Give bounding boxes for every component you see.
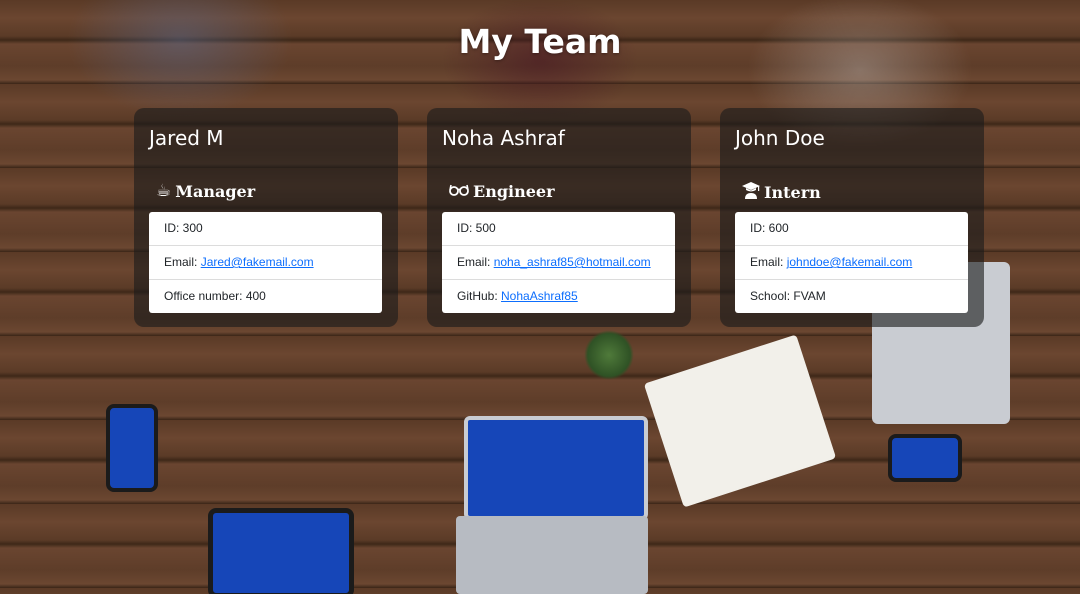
email-link[interactable]: johndoe@fakemail.com xyxy=(787,255,913,269)
employee-github: GitHub: NohaAshraf85 xyxy=(457,289,578,303)
glasses-icon xyxy=(449,183,469,201)
employee-card-intern: John Doe Intern ID: 600 Email: johndoe@f… xyxy=(720,108,984,327)
employee-role-label: Intern xyxy=(764,183,821,202)
employee-school: School: FVAM xyxy=(750,289,826,303)
employee-info-list: ID: 300 Email: Jared@fakemail.com Office… xyxy=(149,212,382,313)
background-phone-right xyxy=(888,434,962,482)
employee-role-label: Engineer xyxy=(473,182,555,201)
mug-icon: ☕ xyxy=(156,181,172,201)
employee-card-manager: Jared M ☕ Manager ID: 300 Email: Jared@f… xyxy=(134,108,398,327)
background-laptop-keyboard xyxy=(456,516,648,594)
employee-id: ID: 600 xyxy=(735,212,968,246)
employee-name: Jared M xyxy=(149,126,224,150)
employee-email: Email: noha_ashraf85@hotmail.com xyxy=(442,246,675,280)
employee-info-list: ID: 500 Email: noha_ashraf85@hotmail.com… xyxy=(442,212,675,313)
email-link[interactable]: noha_ashraf85@hotmail.com xyxy=(494,255,651,269)
email-link[interactable]: Jared@fakemail.com xyxy=(201,255,314,269)
employee-name: John Doe xyxy=(735,126,825,150)
employee-role-label: Manager xyxy=(175,182,256,201)
employee-office-number: Office number: 400 xyxy=(164,289,266,303)
employee-info-list: ID: 600 Email: johndoe@fakemail.com Scho… xyxy=(735,212,968,313)
github-link[interactable]: NohaAshraf85 xyxy=(501,289,578,303)
employee-role: Intern xyxy=(742,182,821,203)
employee-email: Email: Jared@fakemail.com xyxy=(149,246,382,280)
employee-card-engineer: Noha Ashraf Engineer ID: 500 Email: noha… xyxy=(427,108,691,327)
background-notebook xyxy=(643,334,837,508)
page-title: My Team xyxy=(458,22,622,61)
graduate-icon xyxy=(742,182,760,203)
background-plant xyxy=(584,330,634,380)
employee-id: ID: 500 xyxy=(442,212,675,246)
employee-role: ☕ Manager xyxy=(156,182,255,201)
background-tablet xyxy=(208,508,354,594)
background-laptop xyxy=(464,416,648,520)
background-phone-left xyxy=(106,404,158,492)
employee-email: Email: johndoe@fakemail.com xyxy=(735,246,968,280)
employee-name: Noha Ashraf xyxy=(442,126,565,150)
employee-id: ID: 300 xyxy=(149,212,382,246)
employee-role: Engineer xyxy=(449,182,555,201)
